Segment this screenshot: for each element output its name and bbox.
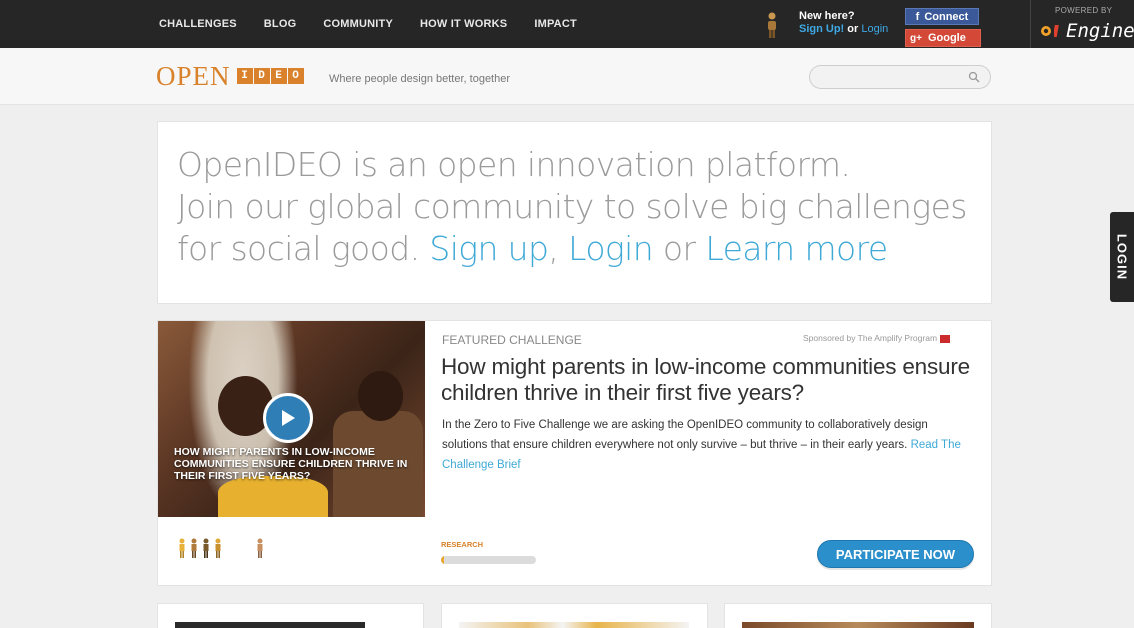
logo-letter-o: O [287, 68, 304, 84]
figure-icon [203, 538, 209, 558]
engine-dot-icon [1041, 26, 1051, 36]
nav-community[interactable]: COMMUNITY [323, 18, 393, 30]
search-box [809, 65, 991, 89]
google-plus-icon: g+ [910, 32, 922, 44]
intro-line-2: Join our global community to solve big c… [177, 187, 967, 226]
play-icon [282, 410, 295, 426]
side-login-label: LOGIN [1114, 233, 1130, 281]
logo-letter-e: E [270, 68, 287, 84]
intro-learn-more-link[interactable]: Learn more [705, 229, 888, 268]
nav-blog[interactable]: BLOG [264, 18, 297, 30]
card-thumbnail [459, 622, 689, 628]
main-nav: CHALLENGES BLOG COMMUNITY HOW IT WORKS I… [159, 0, 604, 48]
sponsor-label: Sponsored by The Amplify Program [803, 333, 951, 343]
facebook-connect-button[interactable]: f Connect [905, 8, 979, 25]
nav-impact[interactable]: IMPACT [534, 18, 577, 30]
card-thumbnail [742, 622, 974, 628]
intro-comma: , [548, 229, 569, 268]
logo-open-text: OPEN [156, 61, 231, 91]
top-bar: CHALLENGES BLOG COMMUNITY HOW IT WORKS I… [0, 0, 1134, 48]
side-login-tab[interactable]: LOGIN [1110, 212, 1134, 302]
intro-line-1: OpenIDEO is an open innovation platform. [177, 145, 851, 184]
featured-challenge-card: How might parents in low-income communit… [157, 320, 992, 586]
logo-letter-d: D [253, 68, 270, 84]
challenge-title[interactable]: How might parents in low-income communit… [441, 354, 971, 406]
intro-signup-link[interactable]: Sign up [429, 229, 549, 268]
featured-label: FEATURED CHALLENGE [442, 333, 582, 347]
figure-icon [257, 538, 263, 558]
nav-challenges[interactable]: CHALLENGES [159, 18, 237, 30]
facebook-icon: f [915, 10, 920, 23]
intro-text: OpenIDEO is an open innovation platform.… [177, 144, 977, 270]
engine-text: Engine [1066, 20, 1134, 42]
phase-label: RESEARCH [441, 540, 484, 549]
figure-icon [191, 538, 197, 558]
intro-login-link[interactable]: Login [568, 229, 653, 268]
facebook-connect-label: Connect [924, 10, 969, 23]
card-thumbnail [175, 622, 365, 628]
search-input[interactable] [820, 66, 970, 88]
figure-icon [215, 538, 221, 558]
challenge-card-1[interactable] [157, 603, 424, 628]
figure-icon [179, 538, 185, 558]
engine-bar-icon [1054, 25, 1059, 37]
nav-how-it-works[interactable]: HOW IT WORKS [420, 18, 507, 30]
phase-progress-fill [441, 556, 444, 564]
challenge-description-text: In the Zero to Five Challenge we are ask… [442, 419, 928, 451]
video-caption: How might parents in low-income communit… [174, 446, 408, 482]
divider [1030, 0, 1031, 48]
intro-panel: OpenIDEO is an open innovation platform.… [157, 121, 992, 304]
play-button[interactable] [263, 393, 313, 443]
login-link[interactable]: Login [861, 23, 888, 35]
sponsor-text: Sponsored by The Amplify Program [803, 333, 938, 343]
signup-link[interactable]: Sign Up! [799, 23, 844, 35]
challenge-description: In the Zero to Five Challenge we are ask… [442, 415, 972, 475]
engine-logo[interactable]: Engine [1040, 20, 1134, 42]
search-icon[interactable] [968, 71, 980, 83]
powered-by-label: POWERED BY [1055, 6, 1113, 15]
person-icon [768, 12, 776, 38]
challenge-card-3[interactable] [724, 603, 992, 628]
openideo-logo[interactable]: OPEN I D E O [156, 62, 304, 90]
new-here-box: New here? Sign Up! or Login [799, 10, 888, 36]
flag-icon [940, 334, 951, 343]
or-label: or [847, 23, 859, 35]
logo-letter-i: I [236, 68, 253, 84]
community-figures [178, 538, 264, 558]
phase-progress-bar [441, 556, 536, 564]
participate-now-button[interactable]: PARTICIPATE NOW [817, 540, 974, 568]
logo-ideo-blocks: I D E O [236, 68, 304, 84]
google-label: Google [927, 32, 966, 44]
intro-line-3-prefix: for social good. [177, 229, 430, 268]
google-login-button[interactable]: g+ Google [905, 29, 981, 47]
challenge-video-thumbnail[interactable]: How might parents in low-income communit… [158, 321, 425, 517]
challenge-card-2[interactable] [441, 603, 708, 628]
new-here-label: New here? [799, 10, 855, 22]
intro-or: or [653, 229, 706, 268]
tagline: Where people design better, together [329, 73, 511, 85]
